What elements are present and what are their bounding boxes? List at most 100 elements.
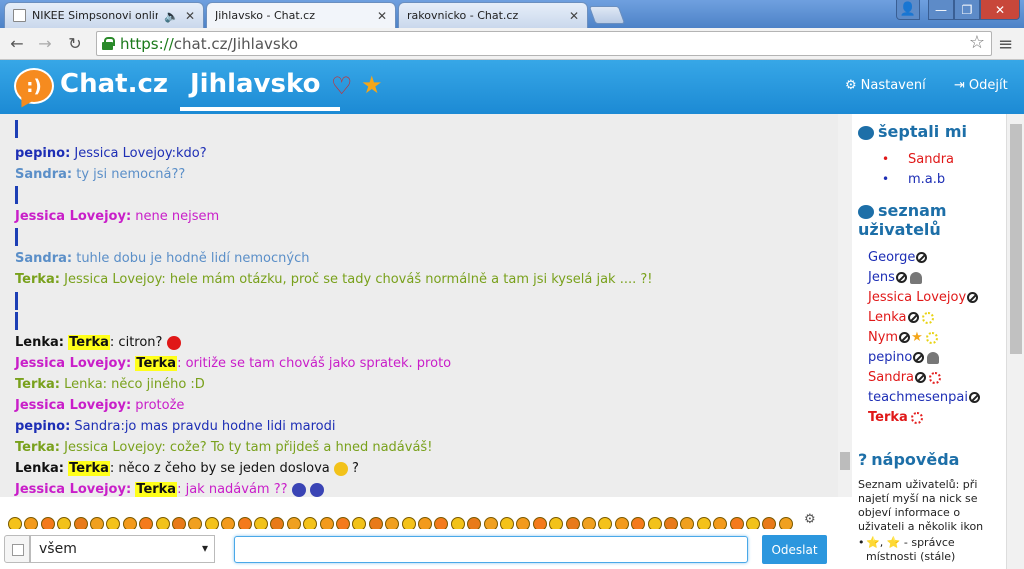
block-icon[interactable] xyxy=(899,332,911,343)
tab-close-icon[interactable]: ✕ xyxy=(185,9,195,23)
address-bar[interactable]: https:// chat.cz/Jihlavsko ☆ xyxy=(96,31,992,56)
message-nick[interactable]: pepino: xyxy=(15,419,70,434)
user-item[interactable]: Terka xyxy=(868,410,923,425)
maximize-window-icon[interactable]: ❐ xyxy=(954,0,980,20)
agent-icon xyxy=(909,271,922,284)
user-item[interactable]: Jens xyxy=(868,270,922,285)
message-target[interactable]: Terka xyxy=(68,461,110,476)
settings-link[interactable]: ⚙ Nastavení xyxy=(845,78,926,93)
user-item[interactable]: Lenka xyxy=(868,310,934,325)
emoticon-settings-gear-icon[interactable]: ⚙ xyxy=(804,512,816,527)
send-button[interactable]: Odeslat xyxy=(762,535,827,564)
message-nick[interactable]: Terka: xyxy=(15,377,60,392)
user-item[interactable]: Nym ★ xyxy=(868,330,938,345)
block-icon[interactable] xyxy=(968,392,980,403)
user-item[interactable]: George xyxy=(868,250,928,265)
whisper-item-sandra[interactable]: Sandra xyxy=(882,152,954,167)
speech-bubbles-icon xyxy=(858,125,874,140)
browser-tab-jihlavsko[interactable]: Jihlavsko - Chat.cz ✕ xyxy=(206,2,396,130)
message-tail: ? xyxy=(352,461,359,476)
sidebar-scrollbar[interactable] xyxy=(1006,114,1024,569)
message-nick[interactable]: Sandra: xyxy=(15,251,72,266)
new-tab-button[interactable] xyxy=(588,6,626,24)
reload-icon[interactable]: ↻ xyxy=(64,32,86,54)
user-nick[interactable]: George xyxy=(868,250,915,265)
browser-tab-rakovnicko[interactable]: rakovnicko - Chat.cz ✕ xyxy=(398,2,588,130)
logout-icon: ⇥ xyxy=(954,78,965,93)
forward-arrow-icon[interactable]: → xyxy=(34,32,56,54)
user-nick[interactable]: Jessica Lovejoy xyxy=(868,290,966,305)
message-nick[interactable]: Jessica Lovejoy: xyxy=(15,356,131,371)
site-header: :) Chat.cz Jihlavsko ♡ ★ ⚙ Nastavení ⇥ O… xyxy=(0,60,1024,114)
tab-close-icon[interactable]: ✕ xyxy=(569,9,579,23)
sun-icon xyxy=(925,331,938,344)
help-heading: ? nápověda xyxy=(858,450,959,469)
message-nick[interactable]: Lenka: xyxy=(15,335,64,350)
message-nick[interactable]: Jessica Lovejoy: xyxy=(15,398,131,413)
block-icon[interactable] xyxy=(916,252,928,263)
favorite-star-icon[interactable]: ★ xyxy=(361,71,383,99)
message-nick[interactable]: Sandra: xyxy=(15,167,72,182)
private-checkbox[interactable] xyxy=(4,535,30,563)
user-item[interactable]: Jessica Lovejoy xyxy=(868,290,979,305)
chat-message: Terka: Jessica Lovejoy: hele mám otázku,… xyxy=(15,272,653,287)
settings-label: Nastavení xyxy=(860,78,926,93)
message-marker xyxy=(15,120,18,138)
user-item[interactable]: Sandra xyxy=(868,370,942,385)
scared-emoticon-icon xyxy=(291,482,306,497)
message-nick[interactable]: Jessica Lovejoy: xyxy=(15,209,131,224)
site-logo-text[interactable]: Chat.cz xyxy=(60,69,168,99)
tab-title: NIKEE Simpsonovi online l xyxy=(32,9,158,22)
back-arrow-icon[interactable]: ← xyxy=(6,32,28,54)
block-icon[interactable] xyxy=(895,272,907,283)
user-item[interactable]: teachmesenpai xyxy=(868,390,980,405)
room-title: Jihlavsko xyxy=(190,69,321,99)
emoticon-bar xyxy=(0,497,838,531)
message-marker xyxy=(15,228,18,246)
message-text: : oritiže se tam chováš jako spratek. pr… xyxy=(177,356,452,371)
user-nick[interactable]: Jens xyxy=(868,270,895,285)
message-text: nene nejsem xyxy=(135,209,220,224)
sidebar-scrollbar-thumb[interactable] xyxy=(1010,124,1022,354)
user-nick[interactable]: pepino xyxy=(868,350,912,365)
chat-logo-icon[interactable]: :) xyxy=(14,68,54,104)
heart-icon[interactable]: ♡ xyxy=(331,72,353,100)
chat-scrollbar[interactable] xyxy=(838,114,852,497)
logout-link[interactable]: ⇥ Odejít xyxy=(954,78,1008,93)
help-title: nápověda xyxy=(871,450,960,469)
browser-menu-icon[interactable]: ≡ xyxy=(998,34,1013,55)
user-nick[interactable]: Lenka xyxy=(868,310,907,325)
chat-message: Sandra: ty jsi nemocná?? xyxy=(15,167,185,182)
block-icon[interactable] xyxy=(907,312,919,323)
user-nick[interactable]: Terka xyxy=(868,410,908,425)
recipient-select[interactable]: všem xyxy=(30,535,215,563)
message-nick[interactable]: Terka: xyxy=(15,272,60,287)
message-nick[interactable]: pepino: xyxy=(15,146,70,161)
message-nick[interactable]: Lenka: xyxy=(15,461,64,476)
user-item[interactable]: pepino xyxy=(868,350,940,365)
minimize-window-icon[interactable]: — xyxy=(928,0,954,20)
message-marker xyxy=(15,292,18,310)
message-nick[interactable]: Terka: xyxy=(15,440,60,455)
user-nick[interactable]: Sandra xyxy=(868,370,914,385)
user-nick[interactable]: teachmesenpai xyxy=(868,390,968,405)
message-input[interactable] xyxy=(234,536,748,563)
message-nick[interactable]: Jessica Lovejoy: xyxy=(15,482,131,497)
block-icon[interactable] xyxy=(915,372,927,383)
block-icon[interactable] xyxy=(967,292,979,303)
whisper-item-mab[interactable]: m.a.b xyxy=(882,172,945,187)
chat-scrollbar-thumb[interactable] xyxy=(840,452,850,470)
bookmark-star-icon[interactable]: ☆ xyxy=(969,32,985,53)
whispers-title: šeptali mi xyxy=(878,122,967,141)
chat-message: Terka: Lenka: něco jiného :D xyxy=(15,377,205,392)
tab-title: Jihlavsko - Chat.cz xyxy=(215,9,316,22)
user-profile-icon[interactable]: 👤 xyxy=(896,0,920,20)
message-target[interactable]: Terka xyxy=(135,482,178,497)
user-nick[interactable]: Nym xyxy=(868,330,898,345)
browser-tab-simpsonovi[interactable]: NIKEE Simpsonovi online l 🔈 ✕ xyxy=(4,2,204,28)
block-icon[interactable] xyxy=(913,352,925,363)
message-target[interactable]: Terka xyxy=(135,356,178,371)
tab-close-icon[interactable]: ✕ xyxy=(377,9,387,23)
message-target[interactable]: Terka xyxy=(68,335,110,350)
close-window-icon[interactable]: ✕ xyxy=(980,0,1020,20)
